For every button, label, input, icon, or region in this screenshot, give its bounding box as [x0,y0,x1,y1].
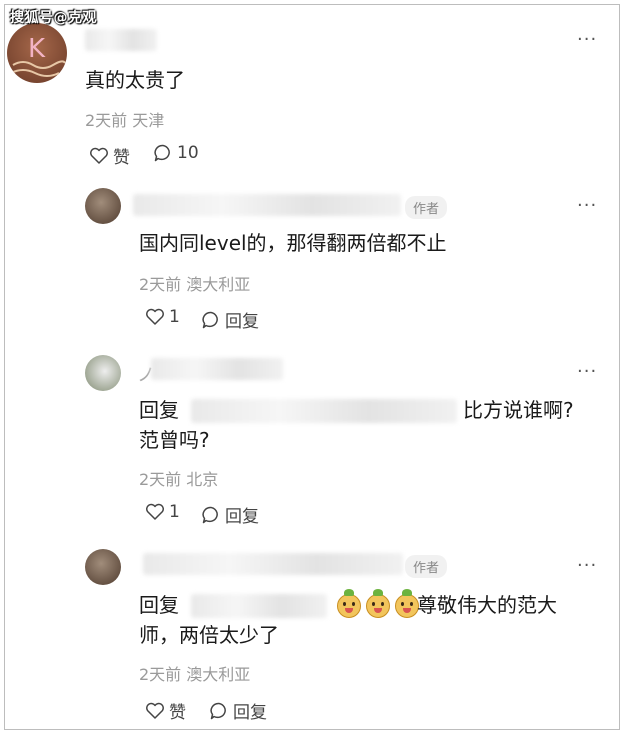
like-label: 赞 [113,148,130,168]
username-blurred[interactable] [143,553,403,575]
username-blurred[interactable] [133,194,401,216]
like-button[interactable]: 1 [145,307,180,327]
reply-button[interactable]: 回复 [201,502,259,527]
username-blurred[interactable] [151,358,283,380]
avatar-letter: K [28,34,46,64]
comment-text: 真的太贵了 [85,68,185,92]
reply-text: 比方说谁啊? [463,398,574,422]
reply-target-blurred[interactable] [191,399,457,423]
like-button[interactable]: 1 [145,502,180,522]
more-icon[interactable]: ··· [577,197,597,215]
heart-icon [146,308,164,325]
reply-label: 回复 [233,703,267,723]
comment-bubble-icon [210,702,226,719]
more-icon[interactable]: ··· [577,557,597,575]
avatar[interactable] [85,549,121,585]
heart-icon [90,147,108,164]
reply-text-continued: 师，两倍太少了 [139,623,279,647]
reply-target-blurred[interactable] [191,594,327,618]
emoji-group [337,589,424,618]
username-blurred[interactable] [85,29,157,51]
author-badge: 作者 [405,555,448,578]
comment-thread: K ··· 真的太贵了 2天前 天津 赞 10 作者 ··· 国内同level的… [4,4,620,730]
more-icon[interactable]: ··· [577,31,597,49]
comment-bubble-icon [154,144,170,162]
author-badge: 作者 [405,196,448,219]
reply-button[interactable]: 回复 [209,698,267,723]
reply-count: 10 [177,143,199,163]
reply-meta: 2天前 北京 [139,470,219,489]
like-count: 1 [169,502,180,522]
watermark: 搜狐号@克观 [10,10,97,26]
reply-label: 回复 [225,312,259,332]
avatar[interactable]: K [7,23,67,83]
avatar[interactable] [85,355,121,391]
reply-button[interactable]: 回复 [201,307,259,332]
avatar-art: K [10,34,66,77]
comment-meta: 2天前 天津 [85,111,165,130]
like-count: 1 [169,307,180,327]
like-label: 赞 [169,703,186,723]
reply-text: 国内同level的，那得翻两倍都不止 [139,231,447,255]
reply-count-button[interactable]: 10 [153,143,199,163]
comment-bubble-icon [202,311,218,328]
avatar[interactable] [85,188,121,224]
reply-prefix: 回复 [139,593,179,617]
cute-face-emoji [395,589,419,618]
reply-label: 回复 [225,507,259,527]
reply-text: 尊敬伟大的范大 [417,593,557,617]
like-button[interactable]: 赞 [145,698,186,723]
like-button[interactable]: 赞 [89,143,130,168]
heart-icon [146,503,164,520]
reply-prefix: 回复 [139,398,179,422]
more-icon[interactable]: ··· [577,363,597,381]
cute-face-emoji [337,589,361,618]
heart-icon [146,702,164,719]
comment-bubble-icon [202,506,218,523]
reply-text-continued: 范曾吗? [139,428,210,452]
reply-meta: 2天前 澳大利亚 [139,275,251,294]
reply-meta: 2天前 澳大利亚 [139,665,251,684]
cute-face-emoji [366,589,390,618]
